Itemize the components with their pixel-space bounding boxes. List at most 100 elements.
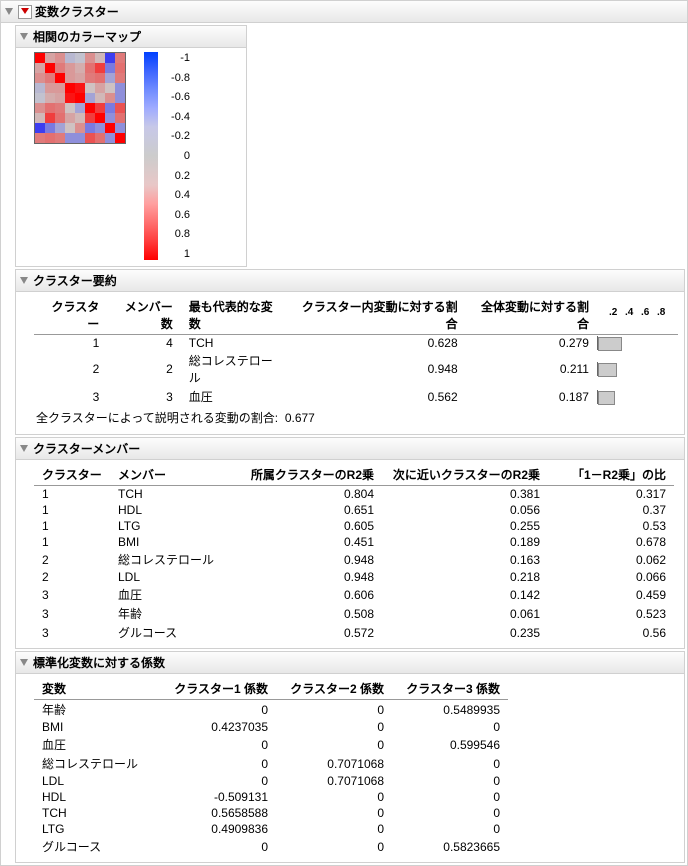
cluster-members-header[interactable]: クラスターメンバー bbox=[16, 438, 684, 460]
table-row[interactable]: 1HDL0.6510.0560.37 bbox=[34, 502, 674, 518]
col-cluster: クラスター bbox=[34, 296, 107, 335]
colorbar-ticks: -1-0.8-0.6-0.4-0.200.20.40.60.81 bbox=[164, 52, 190, 260]
std-coef-table: 変数 クラスター1 係数 クラスター2 係数 クラスター3 係数 年齢000.5… bbox=[34, 678, 508, 856]
table-row[interactable]: 1TCH0.8040.3810.317 bbox=[34, 486, 674, 503]
table-row[interactable]: 1LTG0.6050.2550.53 bbox=[34, 518, 674, 534]
colorbar: -1-0.8-0.6-0.4-0.200.20.40.60.81 bbox=[144, 52, 190, 260]
heatmap-cell bbox=[95, 123, 105, 133]
heatmap-cell bbox=[55, 133, 65, 143]
heatmap-cell bbox=[85, 123, 95, 133]
disclosure-triangle-icon[interactable] bbox=[20, 659, 28, 666]
heatmap-cell bbox=[65, 123, 75, 133]
heatmap-cell bbox=[75, 103, 85, 113]
heatmap-cell bbox=[45, 103, 55, 113]
heatmap-cell bbox=[115, 103, 125, 113]
cluster-members-title: クラスターメンバー bbox=[33, 440, 140, 457]
heatmap-cell bbox=[35, 53, 45, 63]
table-row[interactable]: 3グルコース0.5720.2350.56 bbox=[34, 623, 674, 642]
heatmap-cell bbox=[85, 103, 95, 113]
table-row[interactable]: 2LDL0.9480.2180.066 bbox=[34, 569, 674, 585]
variable-cluster-panel: 変数クラスター 相関のカラーマップ -1-0.8-0.6-0.4-0.200.2… bbox=[0, 0, 688, 866]
colormap-title: 相関のカラーマップ bbox=[33, 28, 141, 45]
heatmap-cell bbox=[95, 73, 105, 83]
table-row[interactable]: 年齢000.5489935 bbox=[34, 700, 508, 720]
heatmap-cell bbox=[65, 73, 75, 83]
heatmap-cell bbox=[95, 83, 105, 93]
heatmap-cell bbox=[95, 103, 105, 113]
table-row[interactable]: 22総コレステロール0.9480.211 bbox=[34, 351, 678, 387]
heatmap-cell bbox=[65, 53, 75, 63]
heatmap-cell bbox=[105, 73, 115, 83]
heatmap-cell bbox=[85, 83, 95, 93]
cluster-summary-table: クラスター メンバー数 最も代表的な変数 クラスター内変動に対する割合 全体変動… bbox=[34, 296, 678, 406]
heatmap-cell bbox=[55, 123, 65, 133]
heatmap-cell bbox=[65, 83, 75, 93]
heatmap-cell bbox=[55, 73, 65, 83]
heatmap-cell bbox=[95, 133, 105, 143]
col-repvar: 最も代表的な変数 bbox=[181, 296, 289, 335]
heatmap-cell bbox=[55, 53, 65, 63]
disclosure-triangle-icon[interactable] bbox=[20, 445, 28, 452]
cluster-summary-title: クラスター要約 bbox=[33, 272, 117, 289]
heatmap-cell bbox=[105, 93, 115, 103]
heatmap-cell bbox=[85, 73, 95, 83]
heatmap-cell bbox=[95, 63, 105, 73]
summary-note: 全クラスターによって説明される変動の割合: 0.677 bbox=[34, 406, 678, 428]
heatmap-cell bbox=[35, 123, 45, 133]
heatmap-cell bbox=[75, 93, 85, 103]
heatmap-cell bbox=[35, 63, 45, 73]
heatmap-cell bbox=[45, 133, 55, 143]
heatmap-cell bbox=[85, 93, 95, 103]
heatmap-cell bbox=[65, 133, 75, 143]
table-row[interactable]: LDL00.70710680 bbox=[34, 773, 508, 789]
colormap-header[interactable]: 相関のカラーマップ bbox=[16, 26, 246, 48]
heatmap-cell bbox=[95, 53, 105, 63]
heatmap-cell bbox=[35, 83, 45, 93]
heatmap-cell bbox=[105, 53, 115, 63]
table-row[interactable]: 3血圧0.6060.1420.459 bbox=[34, 585, 674, 604]
cluster-summary-header[interactable]: クラスター要約 bbox=[16, 270, 684, 292]
heatmap-cell bbox=[45, 123, 55, 133]
heatmap-cell bbox=[115, 133, 125, 143]
heatmap-cell bbox=[75, 123, 85, 133]
disclosure-triangle-icon[interactable] bbox=[5, 8, 13, 15]
heatmap-cell bbox=[75, 113, 85, 123]
heatmap-cell bbox=[85, 53, 95, 63]
std-coef-header[interactable]: 標準化変数に対する係数 bbox=[16, 652, 684, 674]
heatmap-cell bbox=[75, 83, 85, 93]
cluster-summary-panel: クラスター要約 クラスター メンバー数 最も代表的な変数 クラスター内変動に対す… bbox=[15, 269, 685, 435]
table-row[interactable]: 14TCH0.6280.279 bbox=[34, 335, 678, 352]
colormap-panel: 相関のカラーマップ -1-0.8-0.6-0.4-0.200.20.40.60.… bbox=[15, 25, 247, 267]
table-row[interactable]: TCH0.565858800 bbox=[34, 805, 508, 821]
heatmap-cell bbox=[45, 83, 55, 93]
colorbar-gradient bbox=[144, 52, 158, 260]
table-row[interactable]: LTG0.490983600 bbox=[34, 821, 508, 837]
red-menu-icon[interactable] bbox=[18, 5, 32, 19]
heatmap-cell bbox=[115, 53, 125, 63]
table-row[interactable]: HDL-0.50913100 bbox=[34, 789, 508, 805]
heatmap-cell bbox=[55, 93, 65, 103]
heatmap-cell bbox=[85, 113, 95, 123]
heatmap-cell bbox=[95, 113, 105, 123]
disclosure-triangle-icon[interactable] bbox=[20, 33, 28, 40]
cluster-members-table: クラスター メンバー 所属クラスターのR2乗 次に近いクラスターのR2乗 「1－… bbox=[34, 464, 674, 642]
table-row[interactable]: グルコース000.5823665 bbox=[34, 837, 508, 856]
table-row[interactable]: 3年齢0.5080.0610.523 bbox=[34, 604, 674, 623]
col-members: メンバー数 bbox=[107, 296, 181, 335]
heatmap-cell bbox=[45, 113, 55, 123]
heatmap-cell bbox=[105, 113, 115, 123]
table-row[interactable]: 2総コレステロール0.9480.1630.062 bbox=[34, 550, 674, 569]
table-row[interactable]: 33血圧0.5620.187 bbox=[34, 387, 678, 406]
heatmap-cell bbox=[45, 53, 55, 63]
heatmap-cell bbox=[85, 133, 95, 143]
table-row[interactable]: 血圧000.599546 bbox=[34, 735, 508, 754]
table-row[interactable]: 1BMI0.4510.1890.678 bbox=[34, 534, 674, 550]
panel-title-bar[interactable]: 変数クラスター bbox=[1, 1, 687, 23]
table-row[interactable]: 総コレステロール00.70710680 bbox=[34, 754, 508, 773]
heatmap-cell bbox=[65, 93, 75, 103]
heatmap-cell bbox=[115, 73, 125, 83]
disclosure-triangle-icon[interactable] bbox=[20, 277, 28, 284]
std-coef-title: 標準化変数に対する係数 bbox=[33, 654, 165, 671]
heatmap-cell bbox=[115, 113, 125, 123]
table-row[interactable]: BMI0.423703500 bbox=[34, 719, 508, 735]
